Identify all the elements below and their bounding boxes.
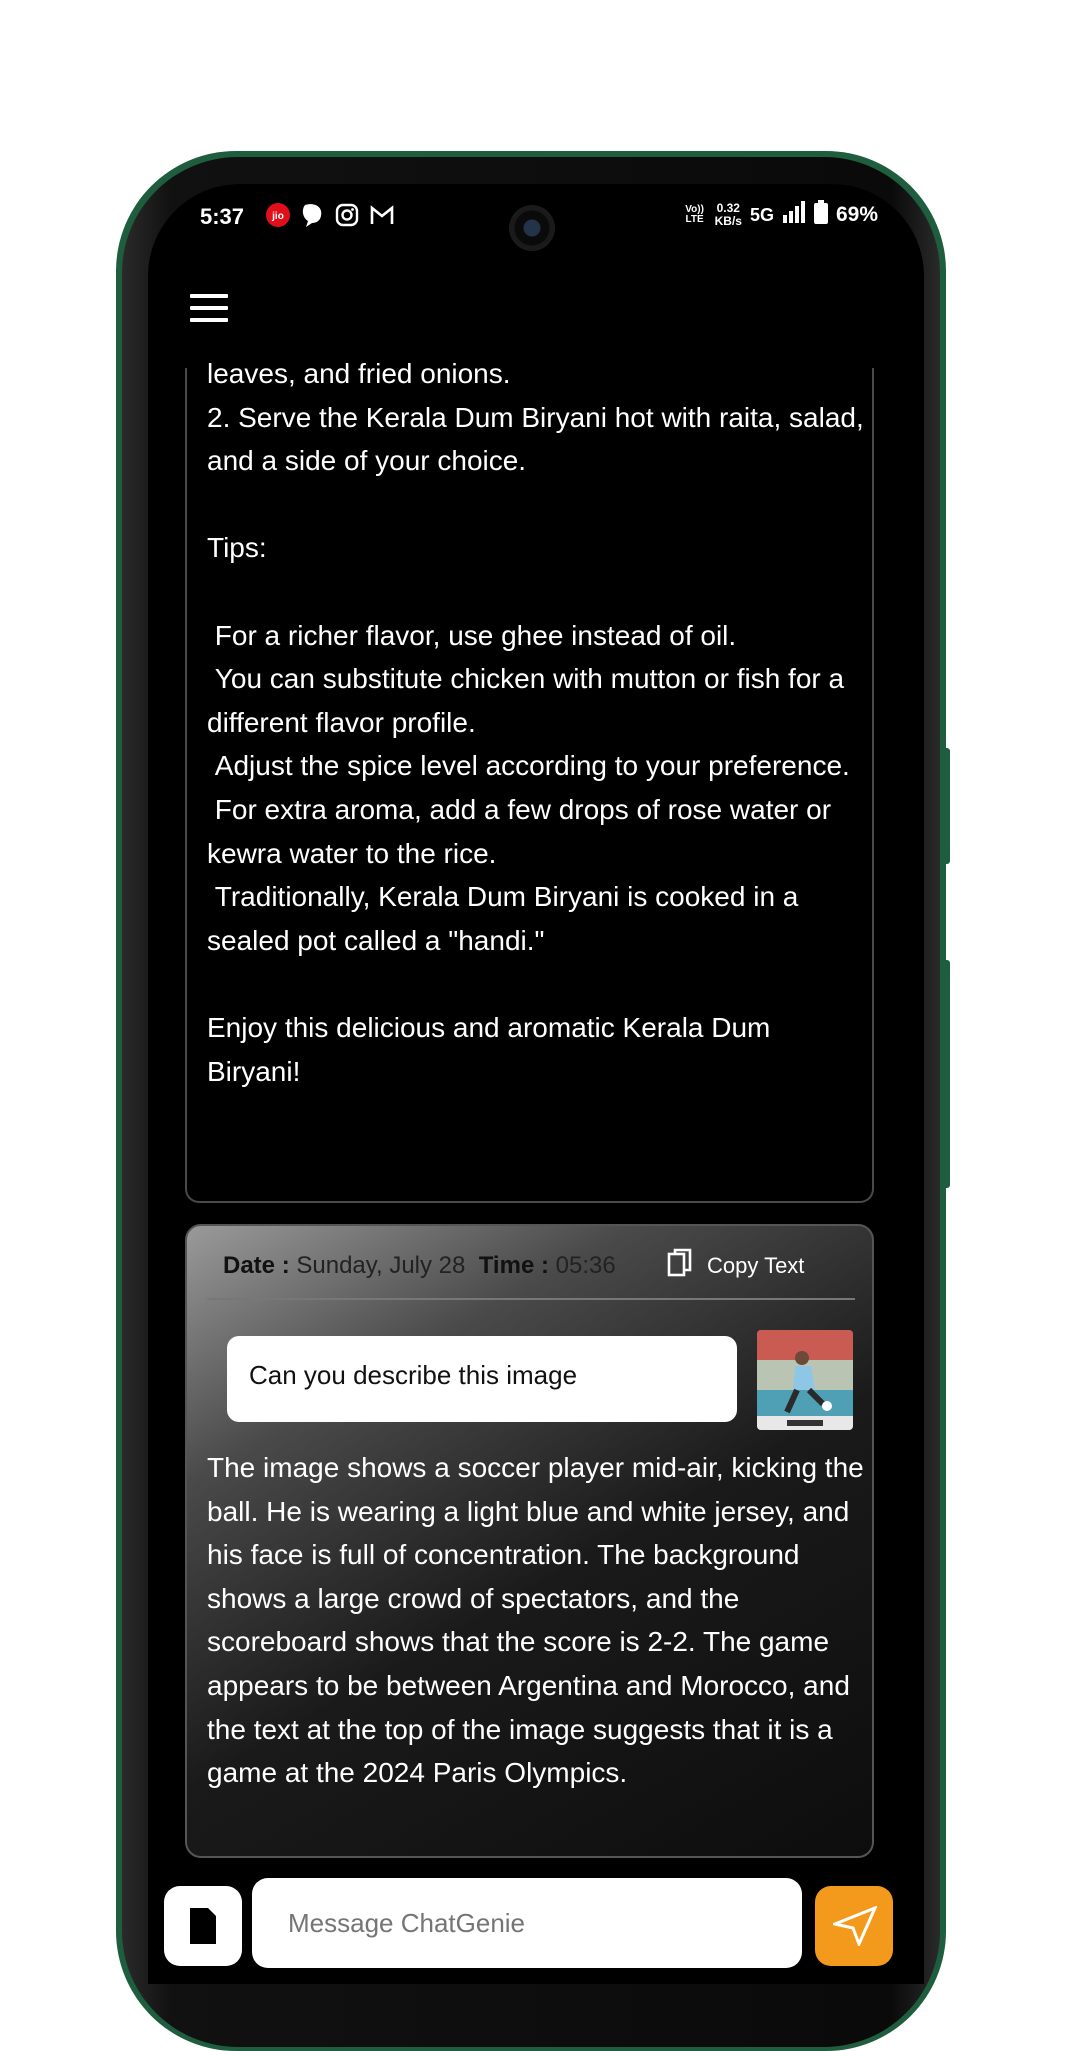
hamburger-menu-icon[interactable] bbox=[190, 294, 228, 322]
send-icon bbox=[829, 1905, 878, 1951]
send-button[interactable] bbox=[815, 1886, 893, 1966]
message-meta: Date : Sunday, July 28 Time : 05:36 bbox=[223, 1252, 616, 1280]
file-icon bbox=[188, 1906, 218, 1951]
time-label: Time : bbox=[478, 1252, 549, 1279]
message-input[interactable] bbox=[252, 1878, 802, 1968]
copy-text-button[interactable]: Copy Text bbox=[667, 1248, 804, 1284]
network-speed: 0.32 KB/s bbox=[715, 202, 742, 228]
status-time: 5:37 bbox=[200, 204, 245, 229]
chat-response-card: leaves, and fried onions. 2. Serve the K… bbox=[185, 358, 874, 1203]
notification-icons: jio bbox=[265, 202, 395, 233]
power-button bbox=[942, 960, 950, 1188]
date-label: Date : bbox=[223, 1252, 290, 1279]
signal-icon bbox=[782, 201, 806, 229]
copy-icon bbox=[667, 1248, 693, 1284]
composer-bar bbox=[148, 1874, 924, 1984]
battery-icon bbox=[813, 200, 828, 230]
volte-indicator: Vo)) LTE bbox=[685, 204, 704, 225]
front-camera bbox=[509, 205, 555, 251]
gmail-icon bbox=[369, 204, 395, 231]
user-prompt-bubble: Can you describe this image bbox=[227, 1336, 737, 1422]
volume-button bbox=[942, 748, 950, 864]
battery-percent: 69% bbox=[835, 203, 878, 226]
attach-file-button[interactable] bbox=[164, 1886, 242, 1966]
date-value: Sunday, July 28 bbox=[296, 1252, 466, 1279]
svg-text:jio: jio bbox=[271, 211, 284, 222]
network-speed-unit: KB/s bbox=[714, 214, 742, 228]
chat-bubble-icon bbox=[301, 202, 325, 233]
attached-image-thumbnail[interactable] bbox=[757, 1330, 853, 1430]
jio-icon: jio bbox=[265, 202, 291, 233]
divider bbox=[207, 1298, 855, 1300]
response-text: leaves, and fried onions. 2. Serve the K… bbox=[207, 358, 864, 1087]
chat-message-card: Date : Sunday, July 28 Time : 05:36 Copy… bbox=[185, 1224, 874, 1858]
time-value: 05:36 bbox=[555, 1252, 616, 1279]
system-icons: Vo)) LTE 0.32 KB/s 5G 69% bbox=[683, 200, 878, 230]
instagram-icon bbox=[335, 203, 359, 232]
response-text: The image shows a soccer player mid-air,… bbox=[207, 1452, 872, 1789]
network-type: 5G bbox=[749, 204, 774, 225]
status-bar: 5:37 jio Vo)) LTE 0.32 KB/s 5G 69% bbox=[148, 184, 924, 251]
copy-text-label: Copy Text bbox=[707, 1253, 805, 1278]
phone-screen: leaves, and fried onions. 2. Serve the K… bbox=[148, 184, 924, 1984]
